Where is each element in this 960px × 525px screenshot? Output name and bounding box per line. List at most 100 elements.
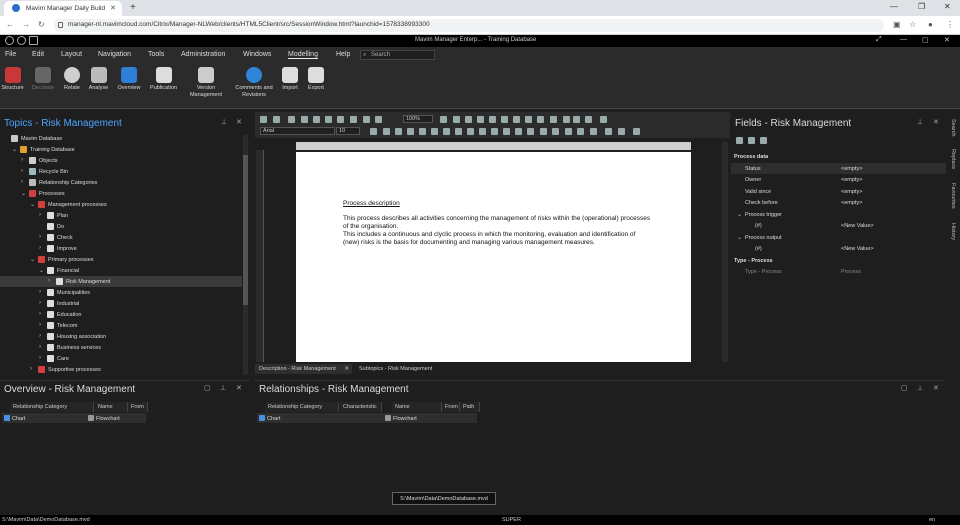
format-tool-icon[interactable] bbox=[370, 128, 377, 135]
side-tab-replace[interactable]: Replace bbox=[950, 149, 956, 169]
format-tool-icon[interactable] bbox=[383, 128, 390, 135]
toolbar-tool-icon[interactable] bbox=[337, 116, 344, 123]
menu-administration[interactable]: Administration bbox=[181, 51, 225, 58]
tree-item[interactable]: › Industrial bbox=[0, 298, 242, 309]
toolbar-tool-icon[interactable] bbox=[489, 116, 496, 123]
overview-pin-icon[interactable]: ⊥ bbox=[220, 384, 226, 392]
format-tool-icon[interactable] bbox=[527, 128, 534, 135]
menu-file[interactable]: File bbox=[5, 51, 16, 58]
chevron-right-icon[interactable]: › bbox=[39, 344, 41, 350]
tree-item[interactable]: › Plan bbox=[0, 210, 242, 221]
format-tool-icon[interactable] bbox=[443, 128, 450, 135]
format-tool-icon[interactable] bbox=[577, 128, 584, 135]
pin-icon[interactable]: ⊥ bbox=[221, 118, 227, 126]
tree-item[interactable]: › Business services bbox=[0, 342, 242, 353]
overview-close-icon[interactable]: ✕ bbox=[236, 384, 242, 392]
chevron-down-icon[interactable]: ⌄ bbox=[30, 256, 35, 263]
toolbar-tool-icon[interactable] bbox=[585, 116, 592, 123]
overview-button[interactable]: Overview bbox=[115, 67, 143, 92]
chevron-down-icon[interactable]: ⌄ bbox=[30, 201, 35, 208]
tree-item[interactable]: › Recycle Bin bbox=[0, 166, 242, 177]
format-tool-icon[interactable] bbox=[590, 128, 597, 135]
rel-cell-category[interactable]: Chart bbox=[257, 413, 383, 423]
chevron-right-icon[interactable]: › bbox=[39, 234, 41, 240]
import-button[interactable]: Import bbox=[278, 67, 302, 92]
fields-pin-icon[interactable]: ⊥ bbox=[917, 118, 923, 126]
rel-col-name[interactable]: Name bbox=[392, 402, 442, 412]
menu-navigation[interactable]: Navigation bbox=[98, 51, 131, 58]
chevron-down-icon[interactable]: ⌄ bbox=[737, 234, 742, 241]
toolbar-tool-icon[interactable] bbox=[273, 116, 280, 123]
field-row[interactable]: Owner <empty> bbox=[731, 174, 946, 185]
toolbar-tool-icon[interactable] bbox=[465, 116, 472, 123]
tree-item[interactable]: ⌄ Processes bbox=[0, 188, 242, 199]
field-row[interactable]: Valid since <empty> bbox=[731, 186, 946, 197]
toolbar-tool-icon[interactable] bbox=[453, 116, 460, 123]
analyse-button[interactable]: Analyse bbox=[86, 67, 111, 92]
fields-close-icon[interactable]: ✕ bbox=[933, 118, 939, 126]
window-maximize-icon[interactable]: ❐ bbox=[918, 2, 925, 11]
fields-sort-icon[interactable] bbox=[760, 137, 767, 144]
tree-item[interactable]: ⌄ Primary processes bbox=[0, 254, 242, 265]
field-value[interactable]: <New Value> bbox=[841, 246, 874, 252]
comments-revisions-button[interactable]: Comments and Revisions bbox=[232, 67, 276, 98]
browser-menu-icon[interactable]: ⋮ bbox=[946, 20, 954, 29]
profile-icon[interactable]: ● bbox=[928, 20, 933, 29]
menu-tools[interactable]: Tools bbox=[148, 51, 164, 58]
format-tool-icon[interactable] bbox=[540, 128, 547, 135]
window-minimize-icon[interactable]: — bbox=[890, 2, 898, 11]
search-input[interactable]: ⌕ Search bbox=[360, 50, 435, 60]
tree-item[interactable]: › Care bbox=[0, 353, 242, 364]
toolbar-tool-icon[interactable] bbox=[477, 116, 484, 123]
version-management-button[interactable]: Version Management bbox=[184, 67, 228, 98]
side-tab-favourites[interactable]: Favourites bbox=[950, 183, 956, 209]
field-value[interactable]: <New Value> bbox=[841, 223, 874, 229]
app-close-icon[interactable]: ✕ bbox=[944, 36, 950, 44]
chevron-right-icon[interactable]: › bbox=[39, 245, 41, 251]
url-input[interactable]: manager-nl.mavimcloud.com/Citrix/Manager… bbox=[54, 19, 884, 32]
relationships-maximize-icon[interactable]: ▢ bbox=[901, 384, 908, 392]
toolbar-tool-icon[interactable] bbox=[513, 116, 520, 123]
tree-item[interactable]: › Objects bbox=[0, 155, 242, 166]
field-value[interactable]: Process bbox=[841, 269, 861, 275]
format-tool-icon[interactable] bbox=[467, 128, 474, 135]
rel-col-characteristic[interactable]: Characteristic bbox=[340, 402, 382, 412]
zoom-select[interactable]: 100% bbox=[403, 115, 433, 123]
chevron-right-icon[interactable]: › bbox=[39, 322, 41, 328]
toolbar-tool-icon[interactable] bbox=[325, 116, 332, 123]
relationships-pin-icon[interactable]: ⊥ bbox=[917, 384, 923, 392]
menu-windows[interactable]: Windows bbox=[243, 51, 271, 58]
field-row[interactable]: Status <empty> bbox=[731, 162, 946, 174]
chevron-right-icon[interactable]: › bbox=[39, 355, 41, 361]
fullscreen-icon[interactable]: ⤢ bbox=[876, 36, 882, 44]
app-restore-icon[interactable]: ▢ bbox=[922, 36, 929, 44]
toolbar-tool-icon[interactable] bbox=[350, 116, 357, 123]
format-tool-icon[interactable] bbox=[633, 128, 640, 135]
field-value[interactable]: <empty> bbox=[841, 189, 862, 195]
toolbar-tool-icon[interactable] bbox=[440, 116, 447, 123]
toolbar-tool-icon[interactable] bbox=[573, 116, 580, 123]
format-tool-icon[interactable] bbox=[395, 128, 402, 135]
overview-col-from[interactable]: From bbox=[128, 402, 148, 412]
overview-cell-category[interactable]: Chart bbox=[2, 413, 94, 423]
menu-layout[interactable]: Layout bbox=[61, 51, 82, 58]
relationships-close-icon[interactable]: ✕ bbox=[933, 384, 939, 392]
toolbar-tool-icon[interactable] bbox=[260, 116, 267, 123]
chevron-right-icon[interactable]: › bbox=[39, 289, 41, 295]
toolbar-tool-icon[interactable] bbox=[550, 116, 557, 123]
document-scrollbar[interactable] bbox=[722, 142, 728, 362]
format-tool-icon[interactable] bbox=[479, 128, 486, 135]
back-icon[interactable]: ← bbox=[6, 20, 14, 29]
tab-close-icon[interactable]: ✕ bbox=[110, 4, 116, 12]
field-row[interactable]: ⌄ Process output bbox=[731, 232, 946, 243]
format-tool-icon[interactable] bbox=[491, 128, 498, 135]
browser-tab[interactable]: Mavim Manager Daily Build ✕ bbox=[4, 1, 122, 16]
format-tool-icon[interactable] bbox=[419, 128, 426, 135]
toolbar-tool-icon[interactable] bbox=[288, 116, 295, 123]
tree-item[interactable]: › Improve bbox=[0, 243, 242, 254]
font-size-select[interactable]: 10 bbox=[336, 127, 360, 135]
tree-item[interactable]: Mavim Database bbox=[0, 133, 242, 144]
format-tool-icon[interactable] bbox=[565, 128, 572, 135]
menu-help[interactable]: Help bbox=[336, 51, 350, 58]
toolbar-tool-icon[interactable] bbox=[501, 116, 508, 123]
